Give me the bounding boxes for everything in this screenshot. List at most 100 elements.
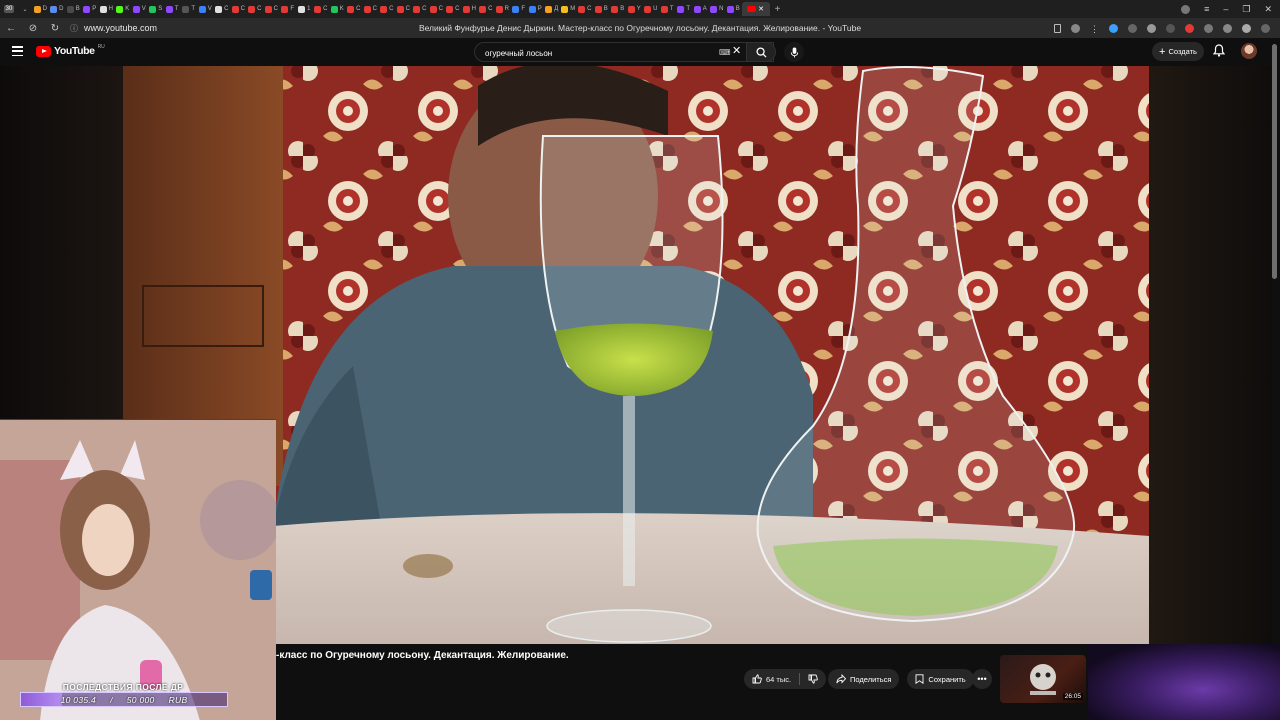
extension-icon[interactable]: [1204, 23, 1213, 33]
search-button[interactable]: [746, 42, 776, 62]
bookmark-icon[interactable]: [1054, 23, 1061, 33]
browser-tab[interactable]: D: [49, 2, 66, 16]
browser-tab[interactable]: B: [725, 2, 742, 16]
tab-search-icon[interactable]: ⌄: [18, 2, 32, 16]
browser-tab[interactable]: C: [230, 2, 247, 16]
browser-tab[interactable]: C: [263, 2, 280, 16]
back-icon[interactable]: ←: [0, 23, 22, 34]
browser-tab[interactable]: M: [560, 2, 577, 16]
browser-tab[interactable]: T: [181, 2, 198, 16]
browser-tab[interactable]: V: [131, 2, 148, 16]
extension-icon[interactable]: [1242, 23, 1251, 33]
browser-tab[interactable]: C: [428, 2, 445, 16]
browser-tab[interactable]: R: [494, 2, 511, 16]
browser-tab[interactable]: K: [115, 2, 132, 16]
account-avatar[interactable]: [1241, 43, 1257, 59]
browser-tab[interactable]: P: [527, 2, 544, 16]
video-player[interactable]: [123, 66, 1149, 644]
clear-search-icon[interactable]: ✕: [732, 44, 741, 57]
tab-favicon-icon: [627, 5, 635, 13]
close-window-icon[interactable]: ✕: [1264, 4, 1272, 15]
browser-tab[interactable]: C: [214, 2, 231, 16]
browser-tab[interactable]: F: [280, 2, 297, 16]
extension-icon[interactable]: [1128, 23, 1137, 33]
browser-tab[interactable]: C: [346, 2, 363, 16]
close-icon[interactable]: ✕: [758, 5, 764, 13]
browser-tab[interactable]: T: [164, 2, 181, 16]
more-actions-button[interactable]: •••: [972, 669, 992, 689]
restore-icon[interactable]: ❐: [1242, 4, 1250, 15]
browser-tab[interactable]: K: [329, 2, 346, 16]
history-icon[interactable]: ⊘: [22, 23, 44, 34]
tab-label: S: [158, 6, 163, 12]
browser-tab[interactable]: B: [593, 2, 610, 16]
browser-tab[interactable]: D: [32, 2, 49, 16]
browser-tab[interactable]: 1: [296, 2, 313, 16]
minimize-icon[interactable]: –: [1223, 4, 1228, 14]
donation-goal-title: ПОСЛЕДСТВИЯ ПОСЛЕ ДР: [62, 682, 184, 692]
extension-icon[interactable]: [1109, 23, 1118, 33]
tab-group-badge[interactable]: 30: [0, 2, 18, 16]
tab-label: B: [603, 6, 608, 12]
browser-tab[interactable]: B: [610, 2, 627, 16]
tab-favicon-icon: [132, 5, 140, 13]
tab-label: 1: [307, 6, 311, 12]
browser-tab[interactable]: C: [412, 2, 429, 16]
tab-menu-icon[interactable]: ≡: [1204, 4, 1209, 14]
next-video-thumbnail[interactable]: 26:05: [1000, 655, 1086, 703]
browser-tab[interactable]: Y: [626, 2, 643, 16]
browser-tab[interactable]: C: [577, 2, 594, 16]
browser-tab[interactable]: C: [445, 2, 462, 16]
browser-tab[interactable]: H: [98, 2, 115, 16]
browser-tab[interactable]: C: [247, 2, 264, 16]
browser-tab[interactable]: S: [148, 2, 165, 16]
scrollbar[interactable]: [1272, 44, 1277, 279]
youtube-logo[interactable]: YouTube RU: [36, 44, 105, 57]
url-field[interactable]: www.youtube.com: [84, 23, 157, 33]
hamburger-menu-icon[interactable]: [12, 46, 23, 56]
browser-tab[interactable]: C: [478, 2, 495, 16]
browser-tab[interactable]: C: [379, 2, 396, 16]
browser-tab[interactable]: T: [676, 2, 693, 16]
extension-icon[interactable]: [1223, 23, 1232, 33]
thumbs-up-icon: [752, 674, 762, 684]
browser-tab[interactable]: H: [461, 2, 478, 16]
tab-label: H: [108, 6, 113, 12]
browser-tab[interactable]: Д: [544, 2, 561, 16]
reload-icon[interactable]: ↻: [44, 23, 66, 34]
search-input[interactable]: [475, 44, 705, 63]
bell-icon[interactable]: [1213, 44, 1225, 57]
share-button[interactable]: Поделиться: [828, 669, 900, 689]
browser-tab[interactable]: P: [82, 2, 99, 16]
browser-tab[interactable]: U: [643, 2, 660, 16]
browser-tab[interactable]: B: [65, 2, 82, 16]
browser-tab[interactable]: V: [197, 2, 214, 16]
keyboard-icon[interactable]: ⌨: [719, 48, 731, 57]
browser-tab[interactable]: C: [395, 2, 412, 16]
browser-tab[interactable]: N: [709, 2, 726, 16]
screenshot-icon[interactable]: [1071, 23, 1080, 33]
download-icon[interactable]: [1261, 23, 1270, 33]
dislike-button[interactable]: [800, 669, 826, 689]
browser-tab[interactable]: A: [692, 2, 709, 16]
profile-icon[interactable]: [1181, 4, 1191, 14]
more-icon[interactable]: ⋮: [1090, 24, 1099, 34]
extension-icon[interactable]: [1185, 23, 1194, 33]
like-button[interactable]: 64 тыс.: [744, 669, 799, 689]
plus-icon: +: [1159, 45, 1166, 58]
create-button[interactable]: + Создать: [1152, 42, 1204, 61]
voice-search-button[interactable]: [784, 42, 804, 62]
browser-tab[interactable]: C: [362, 2, 379, 16]
tab-youtube-active[interactable]: ✕: [741, 2, 770, 16]
extension-icon[interactable]: [1147, 23, 1156, 33]
browser-tab[interactable]: F: [511, 2, 528, 16]
tab-label: C: [389, 6, 394, 12]
site-info-icon[interactable]: ⓘ: [70, 23, 78, 34]
new-tab-button[interactable]: +: [770, 4, 786, 15]
tab-label: D: [59, 6, 64, 12]
browser-tab[interactable]: T: [659, 2, 676, 16]
save-label: Сохранить: [928, 674, 966, 684]
save-button[interactable]: Сохранить: [907, 669, 974, 689]
browser-tab[interactable]: C: [313, 2, 330, 16]
extension-icon[interactable]: [1166, 23, 1175, 33]
